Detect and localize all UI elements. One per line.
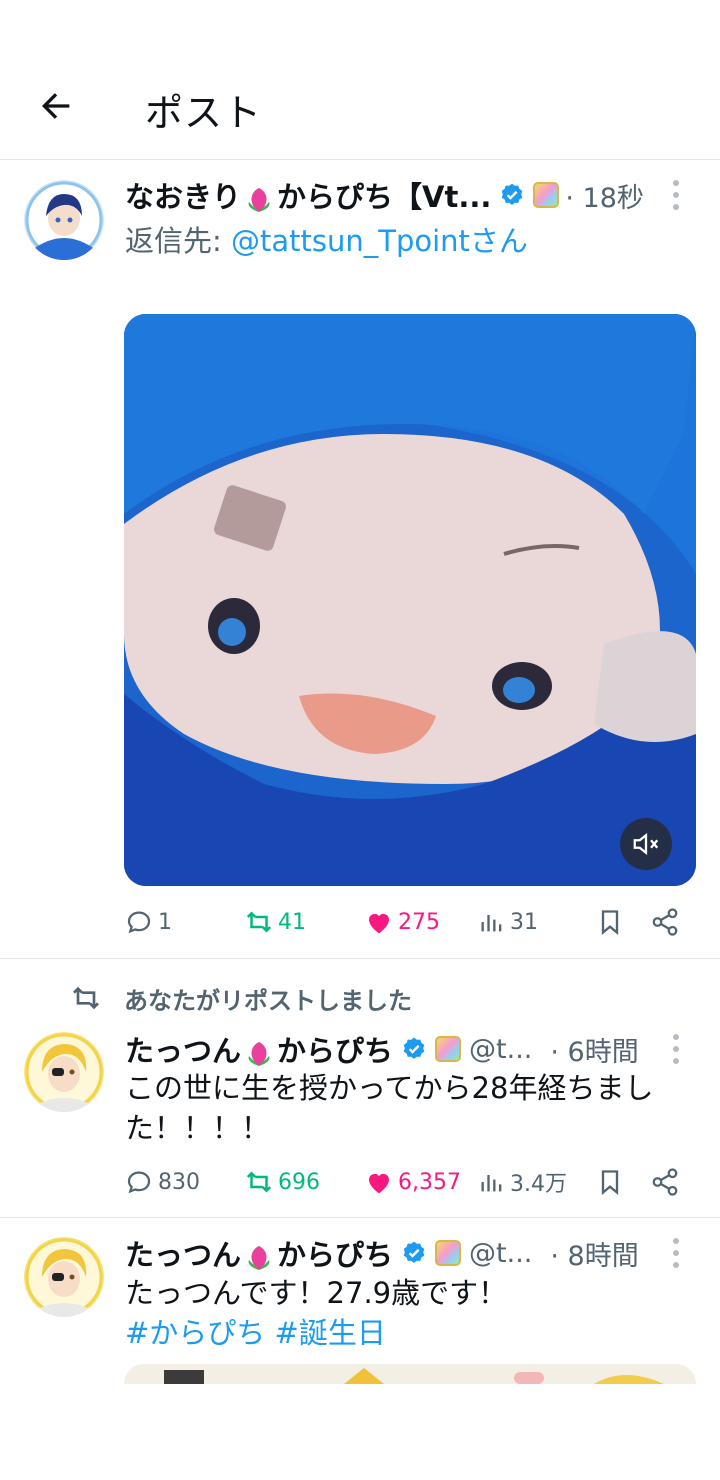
- views-icon: [481, 1175, 502, 1192]
- verified-icon: [403, 1241, 425, 1263]
- post-image[interactable]: [124, 1364, 696, 1384]
- repost-icon: [246, 1171, 272, 1193]
- like-button[interactable]: 275: [364, 902, 440, 942]
- like-button[interactable]: 6,357: [364, 1162, 461, 1202]
- divider: [0, 958, 720, 959]
- repost-banner: あなたがリポストしました: [70, 982, 412, 1015]
- views-button[interactable]: 3.4万: [478, 1162, 567, 1202]
- like-icon: [369, 1173, 389, 1194]
- share-button[interactable]: [650, 1162, 680, 1202]
- back-button[interactable]: [30, 82, 82, 130]
- hashtag-links[interactable]: #からぴち #誕生日: [125, 1313, 386, 1353]
- post-text: たっつんです！27.9歳です！: [125, 1276, 508, 1310]
- reply-handle-link[interactable]: @tattsun_Tpointさん: [231, 224, 528, 258]
- affiliate-icon: [435, 1036, 462, 1062]
- more-button[interactable]: [664, 1233, 688, 1273]
- post-video[interactable]: [124, 314, 696, 886]
- more-button[interactable]: [664, 175, 688, 215]
- repost-button[interactable]: 41: [244, 902, 306, 942]
- share-icon: [652, 908, 678, 936]
- repost-button[interactable]: 696: [244, 1162, 320, 1202]
- divider: [0, 1217, 720, 1218]
- bookmark-icon: [601, 910, 619, 935]
- affiliate-icon: [533, 182, 560, 208]
- peach-icon: [248, 1246, 270, 1270]
- share-button[interactable]: [650, 902, 680, 942]
- author-row: たっつん からぴち @t... · 6時間: [125, 1029, 639, 1069]
- peach-icon: [248, 188, 270, 212]
- top-bar: ポスト: [0, 0, 720, 160]
- reply-button[interactable]: 830: [124, 1162, 200, 1202]
- peach-icon: [248, 1042, 270, 1066]
- author-row: たっつん からぴち @t... · 8時間: [125, 1233, 639, 1273]
- post-text: この世に生を授かってから28年経ちました！！！！: [125, 1071, 654, 1145]
- repost-icon: [73, 986, 99, 1010]
- avatar[interactable]: [24, 1237, 104, 1317]
- post-time: · 6時間: [550, 1036, 639, 1068]
- views-button[interactable]: 31: [478, 902, 538, 942]
- author-name[interactable]: たっつん からぴち: [125, 1028, 393, 1070]
- more-icon: [673, 1238, 679, 1244]
- like-icon: [369, 913, 389, 934]
- mute-icon: [633, 832, 659, 856]
- affiliate-icon: [435, 1240, 462, 1266]
- share-icon: [652, 1168, 678, 1196]
- reply-to: 返信先: @tattsun_Tpointさん: [125, 224, 528, 258]
- action-bar: 1 41 275 31: [124, 902, 684, 942]
- verified-icon: [502, 183, 523, 205]
- post-time: · 18秒: [565, 182, 644, 214]
- bookmark-button[interactable]: [596, 1162, 624, 1202]
- repost-icon: [246, 911, 272, 933]
- avatar[interactable]: [24, 180, 104, 260]
- reply-button[interactable]: 1: [124, 902, 172, 942]
- verified-icon: [403, 1037, 425, 1059]
- author-handle: @t...: [469, 1237, 533, 1269]
- post-time: · 8時間: [550, 1240, 639, 1272]
- back-arrow-icon: [42, 93, 70, 119]
- mute-button[interactable]: [620, 818, 672, 870]
- more-button[interactable]: [664, 1029, 688, 1069]
- author-name[interactable]: なおきり からぴち【Vt...: [125, 174, 491, 216]
- more-icon: [673, 1034, 679, 1040]
- author-handle: @t...: [469, 1033, 533, 1065]
- bookmark-icon: [601, 1170, 619, 1195]
- reply-icon: [127, 911, 151, 934]
- reply-icon: [127, 1171, 151, 1194]
- action-bar: 830 696 6,357 3.4万: [124, 1162, 684, 1202]
- author-row: なおきり からぴち【Vt... · 18秒: [125, 175, 644, 215]
- bookmark-button[interactable]: [596, 902, 624, 942]
- page-title: ポスト: [145, 91, 263, 135]
- avatar[interactable]: [24, 1032, 104, 1112]
- author-name[interactable]: たっつん からぴち: [125, 1232, 393, 1274]
- views-icon: [481, 915, 502, 932]
- more-icon: [673, 180, 679, 186]
